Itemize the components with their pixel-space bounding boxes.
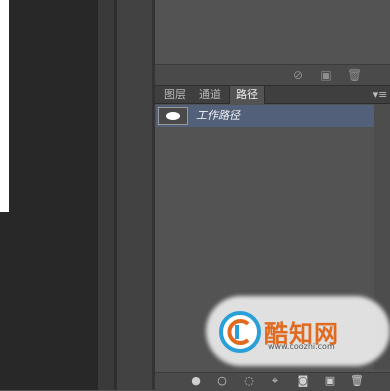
fill-path-icon[interactable]: ● bbox=[189, 374, 203, 388]
ellipse-path-icon bbox=[166, 112, 180, 120]
watermark-url: www.coozhi.com bbox=[268, 342, 335, 351]
canvas-divider bbox=[98, 0, 114, 390]
trash-icon[interactable]: 🗑 bbox=[347, 68, 362, 82]
new-path-icon[interactable]: ▣ bbox=[323, 374, 337, 388]
path-list-item[interactable] bbox=[156, 105, 374, 127]
upper-panel-footer: ⊘ ▣ 🗑 bbox=[155, 64, 390, 86]
tab-paths[interactable]: 路径 bbox=[229, 86, 265, 104]
panel-dock-column bbox=[117, 0, 152, 390]
watermark-logo-icon bbox=[219, 311, 261, 353]
path-name-label[interactable]: 工作路径 bbox=[196, 105, 240, 127]
load-selection-icon[interactable]: ◌ bbox=[242, 374, 256, 388]
make-work-path-icon[interactable]: ⌖ bbox=[268, 374, 282, 388]
tab-channels[interactable]: 通道 bbox=[193, 86, 227, 103]
no-icon[interactable]: ⊘ bbox=[291, 68, 305, 82]
panel-menu-icon[interactable]: ▾≡ bbox=[370, 86, 390, 103]
canvas-area[interactable] bbox=[0, 0, 98, 390]
add-mask-icon[interactable]: ◙ bbox=[296, 374, 310, 388]
stroke-path-icon[interactable]: ○ bbox=[215, 374, 229, 388]
upper-panel bbox=[155, 0, 390, 64]
panel-tab-bar: 图层 通道 路径 bbox=[155, 86, 390, 104]
document-canvas[interactable] bbox=[0, 0, 9, 212]
delete-path-icon[interactable]: 🗑 bbox=[350, 374, 364, 388]
new-layer-icon[interactable]: ▣ bbox=[319, 68, 333, 82]
tab-layers[interactable]: 图层 bbox=[158, 86, 192, 103]
